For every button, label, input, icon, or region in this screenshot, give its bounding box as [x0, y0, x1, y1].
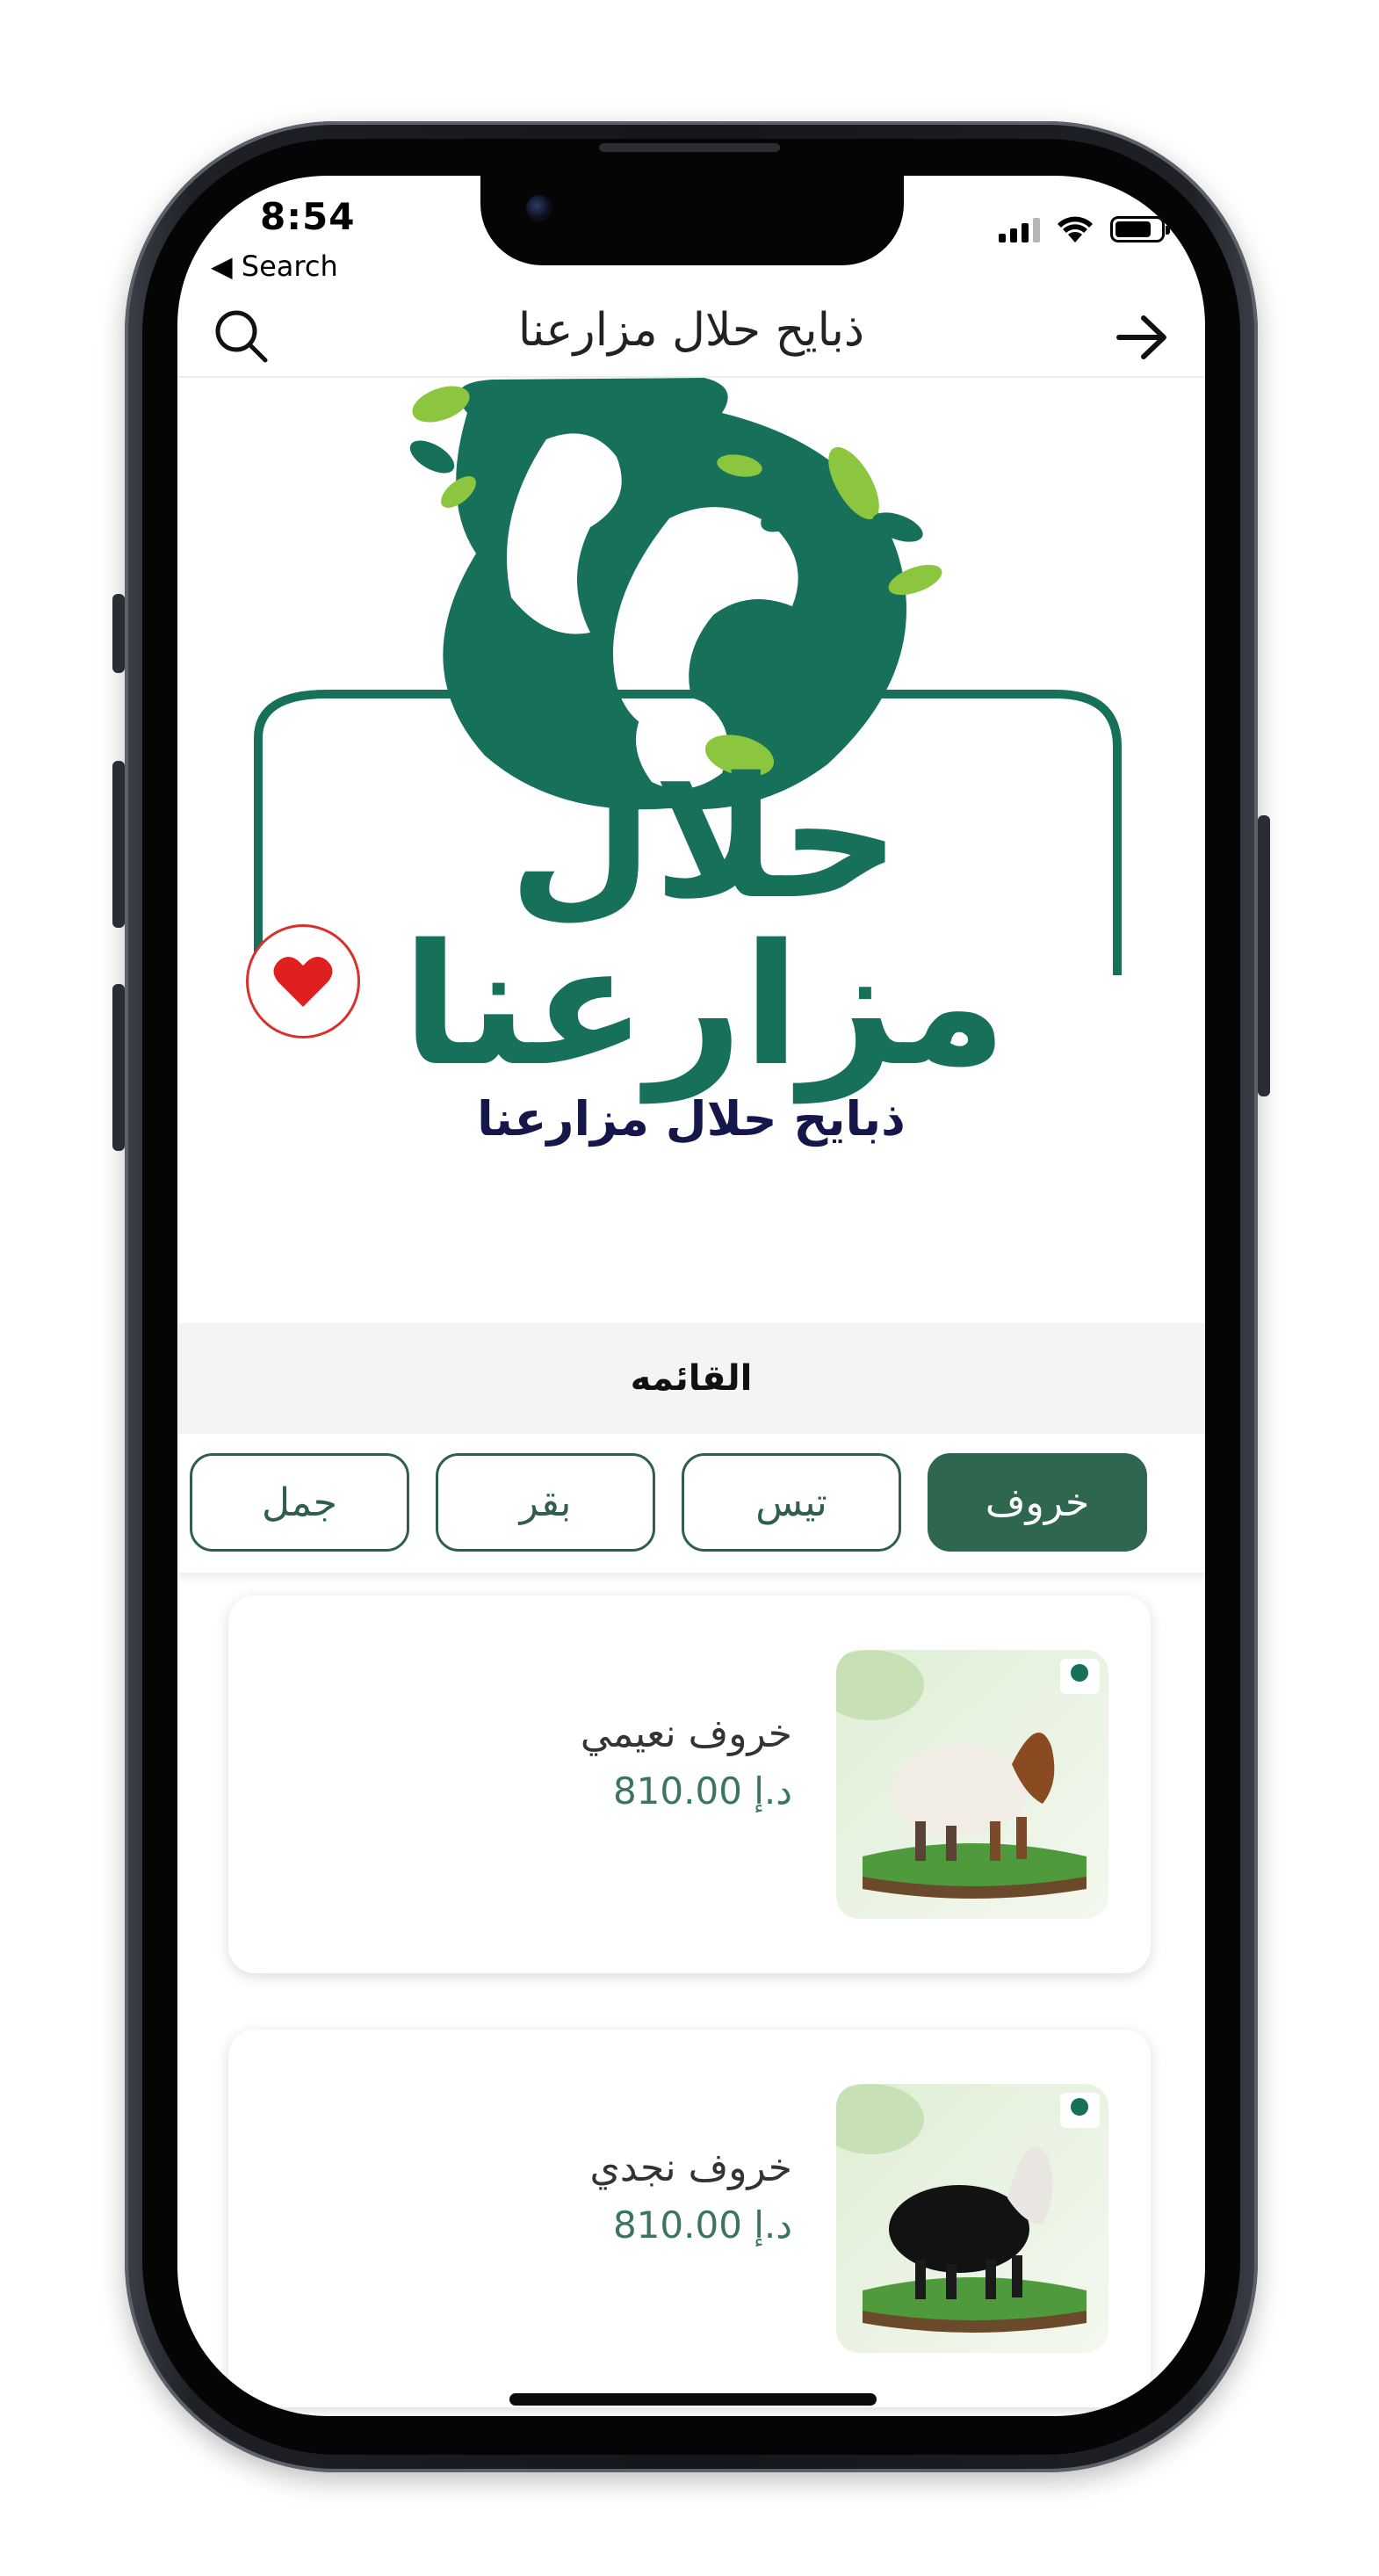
product-price: 810.00 د.إ — [612, 2203, 792, 2247]
page-title: ذبايح حلال مزارعنا — [517, 304, 865, 357]
volume-down-button — [112, 984, 125, 1151]
category-tabs: خروف تيس بقر جمل — [177, 1434, 1205, 1573]
tab-camel[interactable]: جمل — [190, 1453, 409, 1552]
front-camera — [526, 195, 552, 221]
notch — [480, 176, 904, 265]
app-screen: 8:54 ◀ Search ذبايح حلال مزارعنا حلال مز… — [177, 176, 1205, 2416]
menu-header-label: القائمه — [630, 1358, 753, 1399]
cellular-signal-icon — [999, 216, 1040, 242]
brand-logo: حلال مزارعنا — [177, 378, 1205, 1089]
app-bar: ذبايح حلال مزارعنا — [177, 288, 1205, 378]
arrow-right-icon — [1116, 315, 1166, 359]
home-indicator[interactable] — [509, 2393, 877, 2406]
menu-section-header: القائمه — [177, 1323, 1205, 1434]
battery-icon — [1110, 216, 1170, 242]
tab-cow[interactable]: بقر — [436, 1453, 655, 1552]
tab-sheep[interactable]: خروف — [928, 1453, 1147, 1552]
store-name: ذبايح حلال مزارعنا — [477, 1091, 906, 1147]
back-button[interactable] — [1115, 313, 1170, 362]
power-button — [1258, 815, 1270, 1096]
product-name: خروف نعيمي — [580, 1711, 792, 1756]
wifi-icon — [1058, 216, 1093, 242]
earpiece-speaker — [599, 143, 780, 152]
favorite-button[interactable] — [246, 924, 360, 1038]
product-name: خروف نجدي — [589, 2145, 792, 2190]
product-card[interactable]: خروف نعيمي 810.00 د.إ — [228, 1596, 1151, 1973]
product-image — [836, 2084, 1108, 2353]
tab-goat[interactable]: تيس — [682, 1453, 901, 1552]
battery-level — [1115, 221, 1151, 237]
heart-icon — [273, 957, 333, 1007]
brand-wordmark: حلال مزارعنا — [401, 742, 1007, 1103]
mute-switch — [112, 594, 125, 673]
product-price: 810.00 د.إ — [612, 1769, 792, 1813]
back-to-search-link[interactable]: ◀ Search — [211, 250, 338, 283]
status-icons — [999, 214, 1170, 244]
product-image — [836, 1650, 1108, 1919]
status-time: 8:54 — [260, 195, 356, 238]
product-card[interactable]: خروف نجدي 810.00 د.إ — [228, 2030, 1151, 2407]
volume-up-button — [112, 761, 125, 928]
